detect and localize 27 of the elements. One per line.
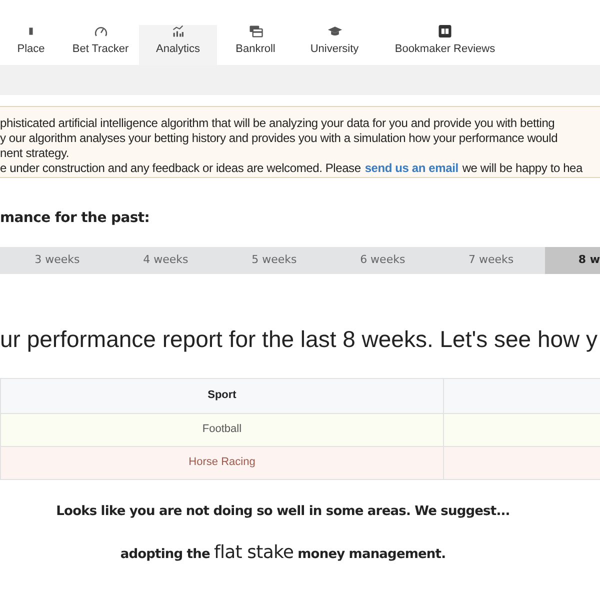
period-tab[interactable]: 6 weeks [328,247,437,274]
notice-text: y our algorithm analyses your betting history and provides you with a simulation how your performance would [0,131,559,146]
nav-tab[interactable]: Bookmaker Reviews [375,25,515,65]
report-heading: ur performance report for the last 8 weeks. Let's see how y [0,325,599,354]
advice-text: Looks like you are not doing so well in some areas. We suggest... [55,502,511,520]
nav-tab[interactable]: Bankroll [217,25,294,65]
notice-text: nent strategy. [0,146,70,161]
notice-text: phisticated artificial intelligence algorithm that will be analyzing your data for you and provide you with betting [0,116,556,131]
period-tab[interactable]: 5 weeks [220,247,328,274]
table-cell: Football [0,413,444,446]
suggestion-text: adopting the flat stake money management. [119,541,447,565]
notice-text: e under construction and any feedback or ideas are welcomed. Please [0,161,361,176]
nav-tab[interactable]: Analytics [139,25,217,65]
period-tab[interactable]: 7 weeks [436,247,546,274]
table-header-cell: Sport [0,378,444,413]
nav-tab[interactable]: Place [0,25,62,65]
period-tab[interactable]: 8 w [545,247,600,274]
period-label: mance for the past: [0,209,151,228]
chart-icon [170,25,186,38]
nav-tab[interactable]: Bet Tracker [62,25,139,65]
period-tab[interactable]: 4 weeks [111,247,220,274]
notice-text: we will be happy to hea [462,161,582,176]
bar-icon [28,25,34,38]
nav-tab[interactable]: University [294,25,375,65]
table-cell: Horse Racing [0,446,444,479]
period-tab[interactable]: 3 weeks [3,247,112,274]
email-link[interactable]: send us an email [364,161,458,176]
